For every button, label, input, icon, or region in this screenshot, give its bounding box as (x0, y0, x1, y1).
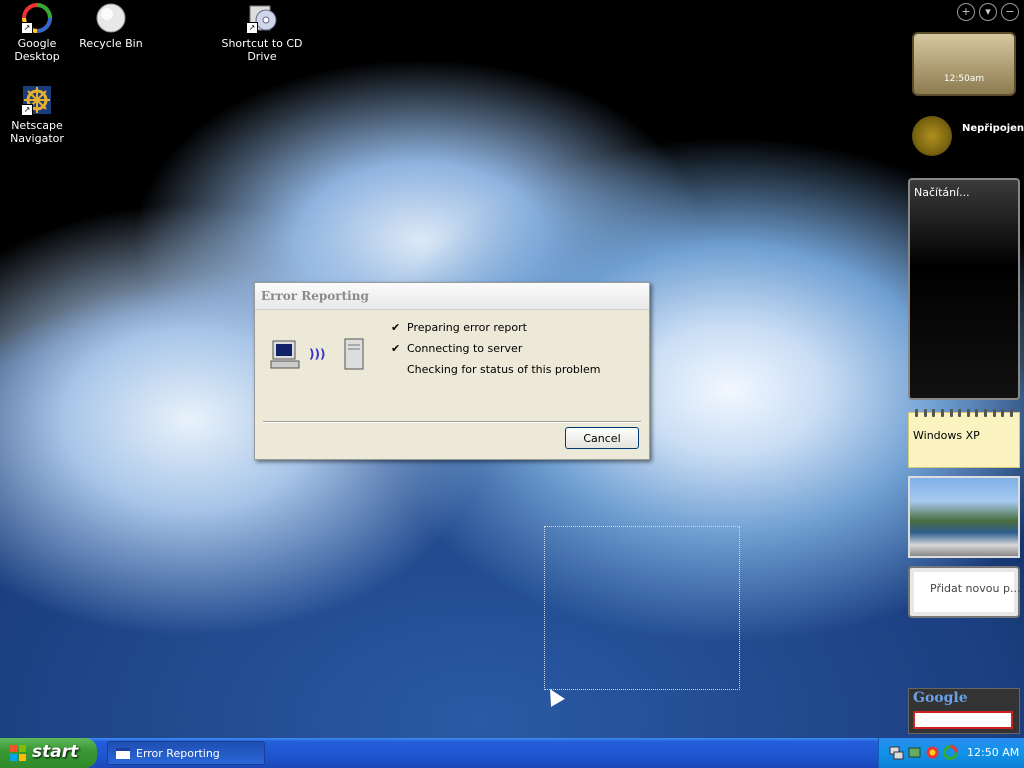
weather-status: Nepřipojeno (962, 123, 1024, 134)
cancel-button[interactable]: Cancel (565, 427, 639, 449)
add-gadget-panel[interactable]: Přidat novou p... (908, 566, 1020, 618)
selection-rectangle (544, 526, 740, 690)
notes-text: Windows XP (913, 429, 980, 442)
step-text: Preparing error report (407, 321, 527, 334)
taskbar-clock[interactable]: 12:50 AM (967, 746, 1019, 759)
clock-time: 12:50am (943, 74, 985, 84)
desktop-icon-cd-drive[interactable]: ↗ Shortcut to CD Drive (221, 2, 303, 63)
clock-gadget[interactable]: 12:50am (912, 32, 1016, 96)
desktop-icon-google-desktop[interactable]: ↗ Google Desktop (0, 2, 77, 63)
computer-icon (269, 339, 301, 374)
windows-flag-icon (10, 745, 26, 761)
taskbar-item-label: Error Reporting (136, 747, 220, 760)
cd-drive-icon: ↗ (246, 2, 278, 34)
notepad-rings (915, 409, 1013, 417)
desktop-icon-recycle-bin[interactable]: Recycle Bin (71, 2, 151, 50)
google-search-gadget: Google (908, 688, 1020, 734)
sidebar-menu-button[interactable]: ▾ (979, 3, 997, 21)
shortcut-arrow-icon: ↗ (21, 104, 33, 116)
step-checking-status: Checking for status of this problem (391, 363, 641, 384)
signal-waves-icon: ))) (309, 347, 326, 361)
add-gadget-text: Přidat novou p... (930, 582, 1021, 595)
taskbar: start Error Reporting 12:50 AM (0, 738, 1024, 768)
google-desktop-tray-icon[interactable] (943, 745, 958, 760)
dialog-separator (263, 421, 641, 423)
checkmark-icon: ✔ (391, 342, 401, 355)
news-loading-text: Načítání... (914, 186, 970, 199)
shortcut-arrow-icon: ↗ (246, 22, 258, 34)
shortcut-arrow-icon: ↗ (21, 22, 33, 34)
security-alert-icon[interactable] (925, 745, 940, 760)
dialog-titlebar[interactable]: Error Reporting (255, 283, 649, 310)
checkmark-icon: ✔ (391, 321, 401, 334)
desktop-icon-label: Navigator (10, 132, 64, 145)
dialog-title: Error Reporting (261, 289, 369, 303)
google-logo: Google (913, 690, 968, 706)
weather-sun-icon[interactable] (912, 116, 952, 156)
google-search-input[interactable] (913, 711, 1013, 729)
google-desktop-icon: ↗ (21, 2, 53, 34)
netscape-navigator-icon: ↗ (21, 84, 53, 116)
taskbar-item-error-reporting[interactable]: Error Reporting (107, 741, 265, 765)
window-icon (116, 748, 130, 759)
desktop-icon-netscape-navigator[interactable]: ↗ Netscape Navigator (0, 84, 77, 145)
desktop-icon-label: Google (17, 37, 57, 50)
desktop-icon-label: Drive (247, 50, 277, 63)
progress-steps: ✔ Preparing error report ✔ Connecting to… (391, 321, 641, 384)
desktop-icon-label: Shortcut to CD (221, 37, 303, 50)
safely-remove-hardware-icon[interactable] (907, 745, 922, 760)
start-button[interactable]: start (0, 738, 97, 768)
network-icon[interactable] (889, 745, 904, 760)
desktop-icon-label: Netscape (11, 119, 63, 132)
photo-gadget[interactable] (908, 476, 1020, 558)
server-icon (343, 337, 365, 374)
step-text: Checking for status of this problem (407, 363, 601, 376)
recycle-bin-icon (95, 2, 127, 34)
start-label: start (32, 742, 79, 762)
scratch-pad-gadget[interactable]: Windows XP (908, 409, 1020, 468)
step-text: Connecting to server (407, 342, 523, 355)
desktop-icon-label: Desktop (14, 50, 60, 63)
system-tray: 12:50 AM (878, 738, 1024, 768)
step-connecting: ✔ Connecting to server (391, 342, 641, 363)
step-preparing: ✔ Preparing error report (391, 321, 641, 342)
sidebar-minimize-button[interactable]: − (1001, 3, 1019, 21)
news-gadget[interactable]: Načítání... (908, 178, 1020, 400)
sidebar-add-button[interactable]: + (957, 3, 975, 21)
desktop-icon-label: Recycle Bin (79, 37, 143, 50)
error-reporting-dialog: Error Reporting ))) ✔ Preparing error re… (254, 282, 650, 460)
